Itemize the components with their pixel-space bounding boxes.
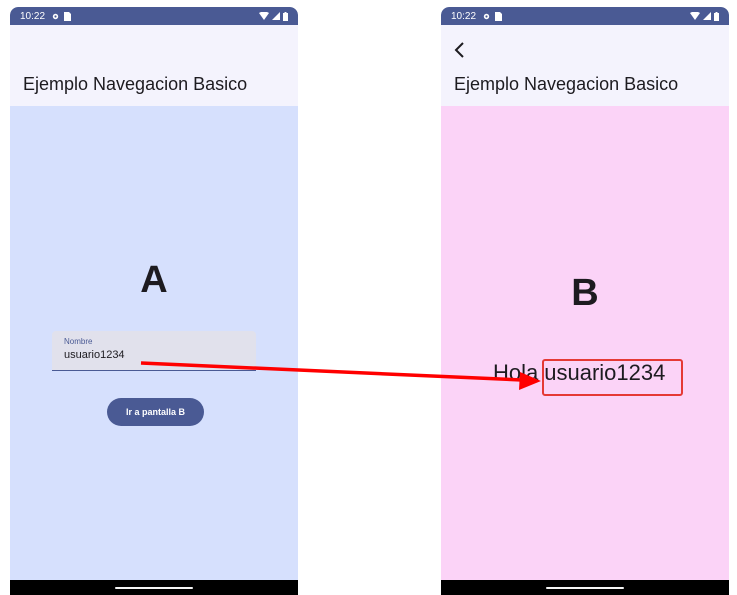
system-nav-bar [10,580,298,595]
field-value: usuario1234 [64,349,125,361]
screen-a: 10:22 Ejemplo Navegacion Basico A Nombre… [10,7,298,595]
battery-icon [714,11,719,21]
wifi-icon [690,12,700,20]
gesture-handle[interactable] [115,587,193,589]
status-time: 10:22 [20,10,46,22]
status-bar: 10:22 [441,7,729,25]
greeting-prefix: Hola [493,360,539,385]
signal-icon [703,12,711,20]
settings-icon [483,13,490,19]
wifi-icon [259,12,269,20]
status-time: 10:22 [451,10,477,22]
signal-icon [272,12,280,20]
app-title: Ejemplo Navegacion Basico [454,74,679,94]
app-title: Ejemplo Navegacion Basico [23,74,248,94]
screen-b-content: B Hola usuario1234 [441,106,729,580]
system-nav-bar [441,580,729,595]
field-label: Nombre [64,337,93,346]
screen-a-content: A Nombre usuario1234 Ir a pantalla B [10,106,298,580]
sim-card-icon [64,11,72,21]
screen-b: 10:22 Ejemplo Navegacion Basico B Hola us… [441,7,729,595]
go-to-screen-b-button[interactable]: Ir a pantalla B [107,398,204,426]
settings-icon [52,13,59,19]
battery-icon [283,11,288,21]
status-bar: 10:22 [10,7,298,25]
gesture-handle[interactable] [546,587,624,589]
nombre-field[interactable]: Nombre usuario1234 [52,331,256,371]
screen-letter: A [140,259,168,301]
top-app-bar: Ejemplo Navegacion Basico [10,25,298,106]
back-arrow-icon[interactable] [453,41,467,59]
sim-card-icon [495,11,503,21]
screen-letter: B [571,272,599,314]
annotation-highlight-box [542,359,683,396]
top-app-bar: Ejemplo Navegacion Basico [441,25,729,106]
